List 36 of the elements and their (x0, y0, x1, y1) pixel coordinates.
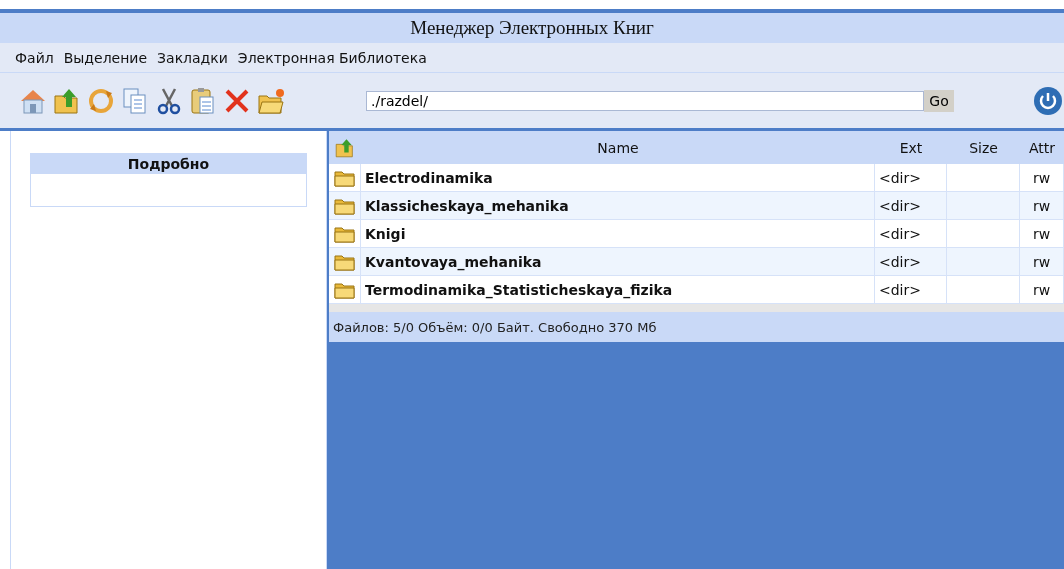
column-header[interactable]: Attr (1020, 131, 1064, 164)
go-button[interactable]: Go (924, 89, 954, 112)
table-cell: <dir> (875, 192, 947, 220)
power-icon[interactable] (1034, 86, 1062, 115)
menu-item[interactable]: Закладки (154, 49, 231, 66)
window-title: Менеджер Электронных Книг (410, 17, 654, 39)
column-header[interactable]: Name (361, 131, 875, 164)
folder-icon (333, 168, 356, 187)
file-name[interactable]: Knigi (361, 220, 875, 248)
up-column-header[interactable] (329, 131, 361, 164)
folder-icon (333, 196, 356, 215)
folder-icon (333, 224, 356, 243)
table-cell: rw (1020, 164, 1064, 192)
file-name[interactable]: Termodinamika_Statisticheskaya_fizika (361, 276, 875, 304)
column-header[interactable]: Ext (875, 131, 947, 164)
folder-icon (333, 252, 356, 271)
table-cell: rw (1020, 192, 1064, 220)
column-header[interactable]: Size (947, 131, 1020, 164)
table-cell: <dir> (875, 220, 947, 248)
folder-up-icon (334, 136, 356, 159)
table-cell: rw (1020, 220, 1064, 248)
table-cell: rw (1020, 276, 1064, 304)
file-name[interactable]: Klassicheskaya_mehanika (361, 192, 875, 220)
file-name[interactable]: Electrodinamika (361, 164, 875, 192)
status-text: Файлов: 5/0 Объём: 0/0 Байт. Свободно 370 Мб (333, 319, 657, 335)
details-title: Подробно (31, 154, 306, 174)
table-cell: rw (1020, 248, 1064, 276)
menu-item[interactable]: Файл (12, 49, 57, 66)
table-cell: <dir> (875, 164, 947, 192)
table-cell: <dir> (875, 248, 947, 276)
menu-item[interactable]: Выделение (60, 49, 151, 66)
folder-icon (333, 280, 356, 299)
menu-item[interactable]: Электронная Библиотека (234, 49, 430, 66)
table-cell: <dir> (875, 276, 947, 304)
path-field[interactable]: ./razdel/ (366, 90, 924, 111)
file-name[interactable]: Kvantovaya_mehanika (361, 248, 875, 276)
